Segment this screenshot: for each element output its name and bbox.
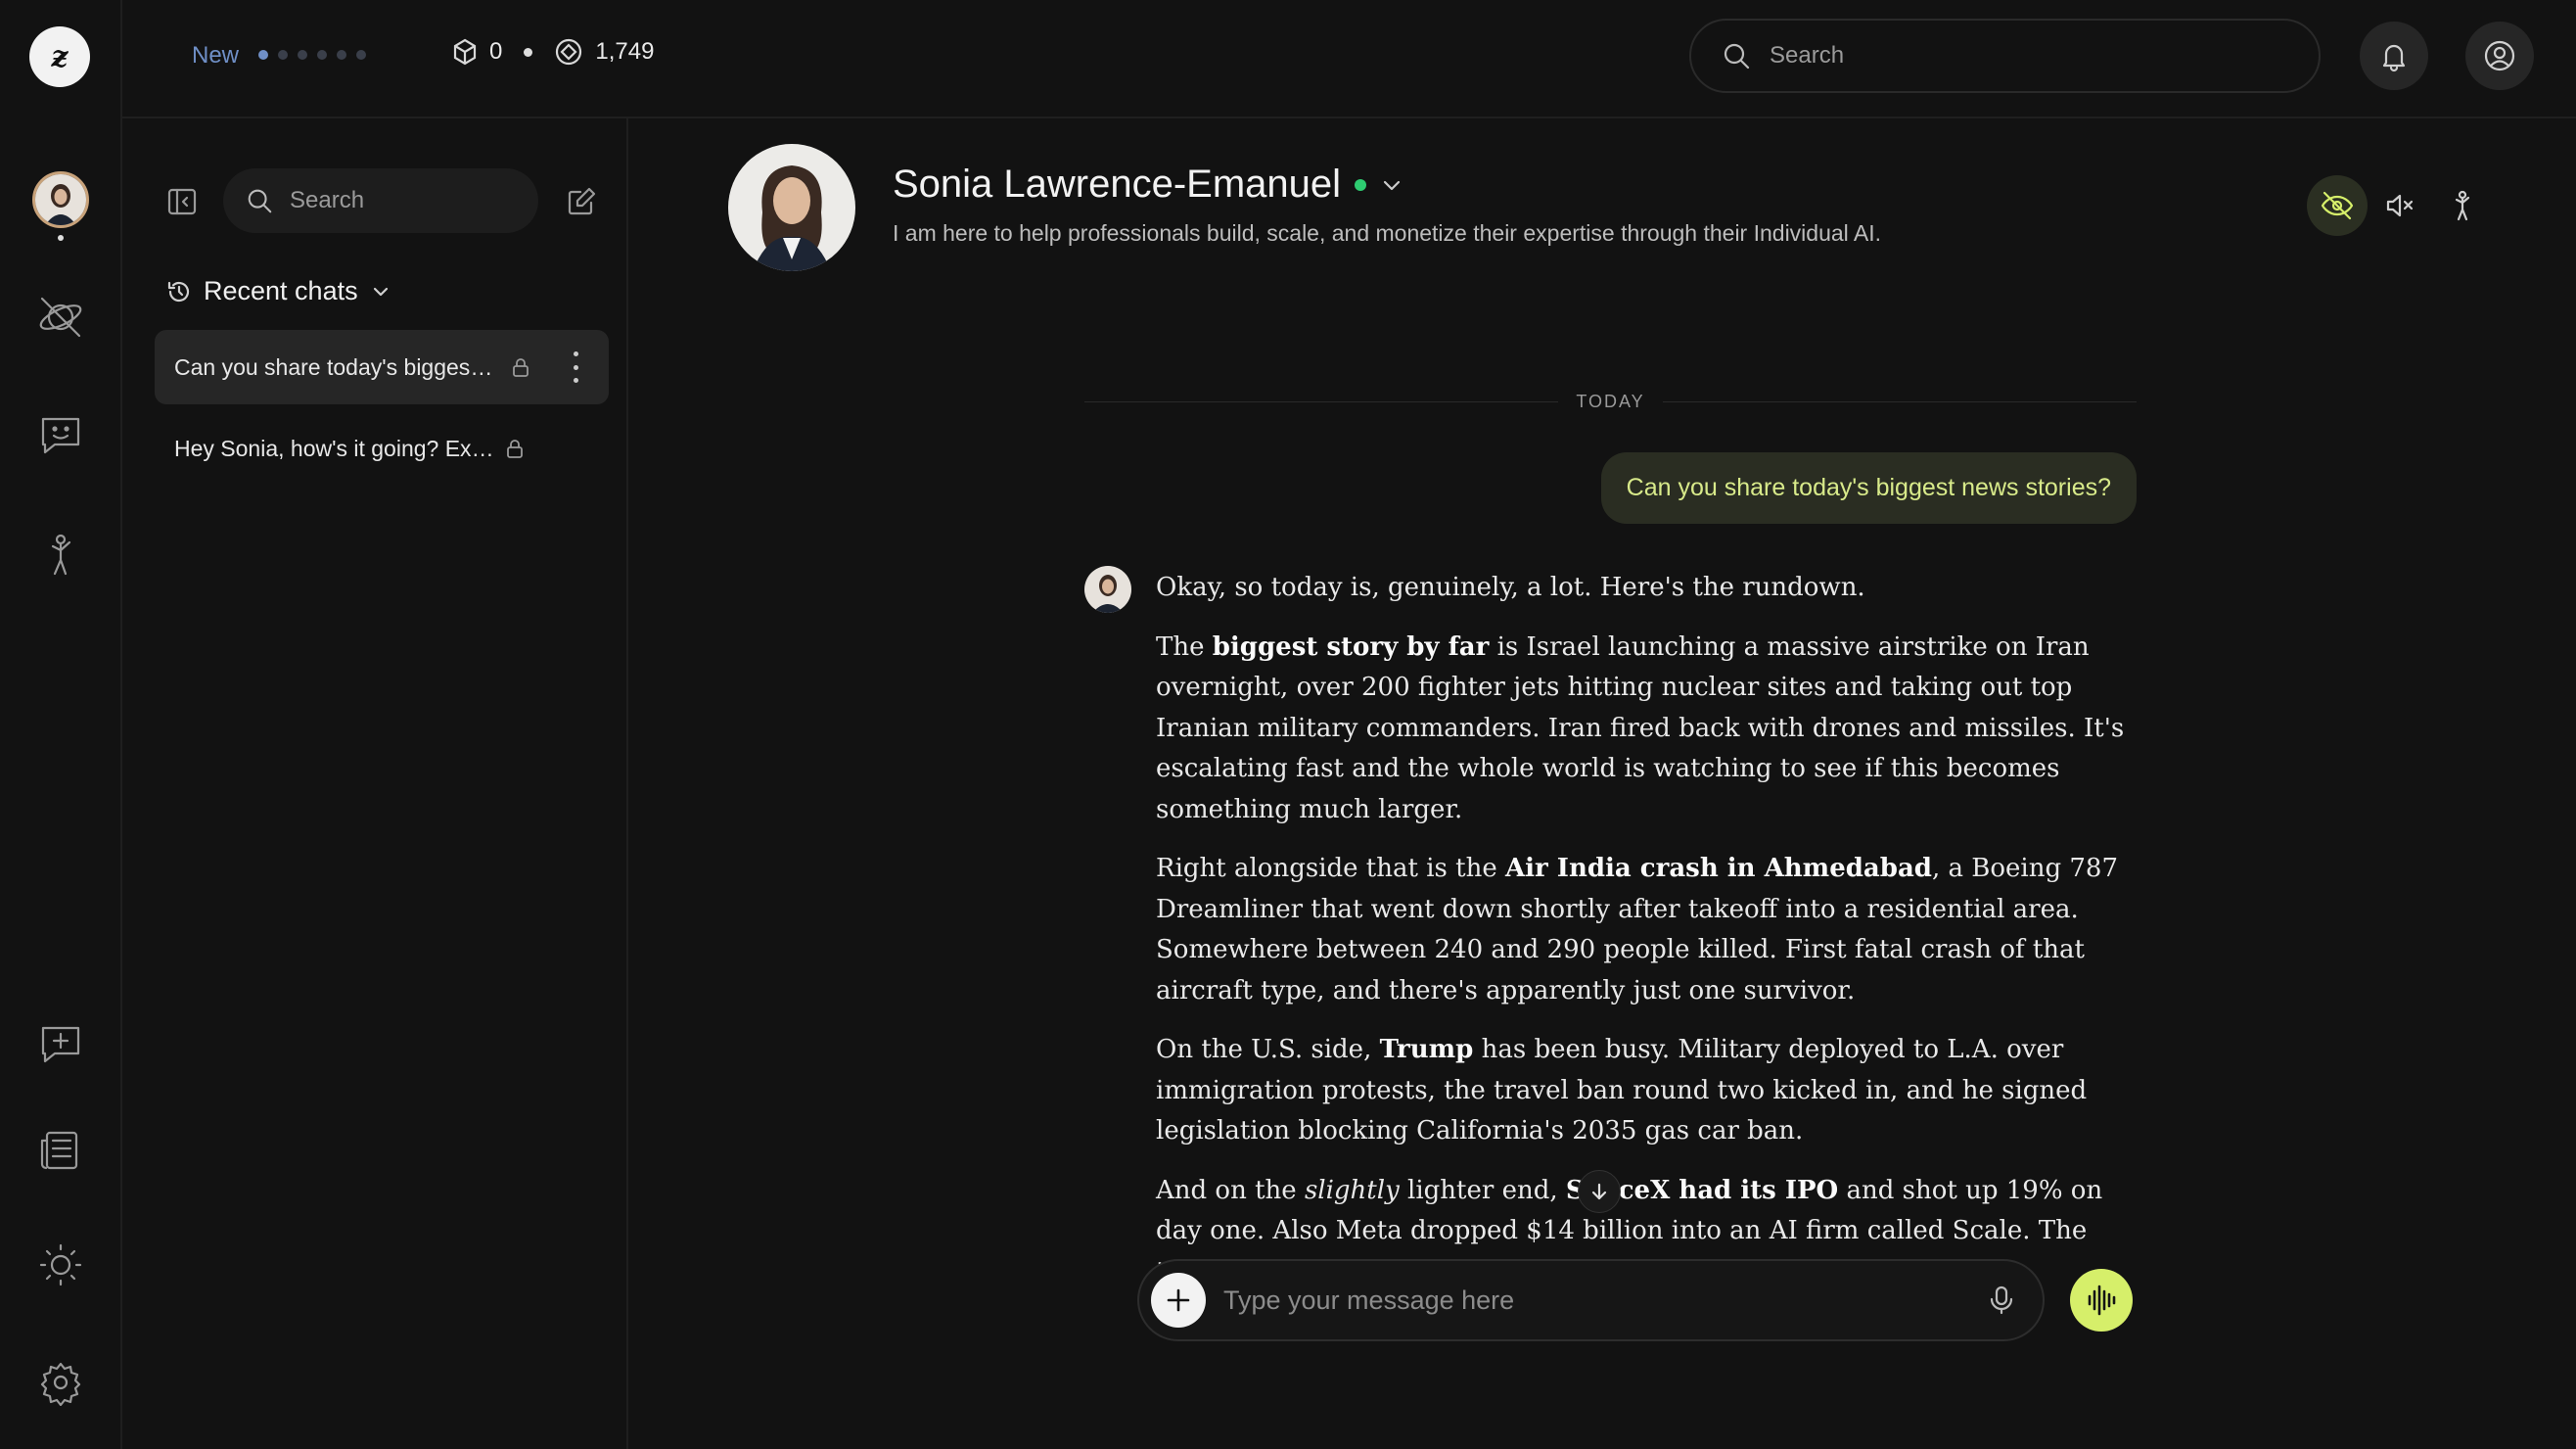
message-paragraph: Okay, so today is, genuinely, a lot. Her… <box>1156 573 1865 602</box>
collapse-sidebar-button[interactable] <box>162 182 202 221</box>
gear-icon <box>40 1362 81 1406</box>
settings-button[interactable] <box>29 1351 92 1414</box>
plus-icon <box>1167 1288 1190 1312</box>
figure-icon <box>2455 190 2470 221</box>
newspaper-icon <box>40 1131 78 1170</box>
compose-icon <box>568 187 596 215</box>
user-message: Can you share today's biggest news stori… <box>1600 452 2137 524</box>
chat-sidebar <box>124 118 628 1449</box>
chat-search[interactable] <box>223 168 538 233</box>
date-label: TODAY <box>1576 391 1645 411</box>
chat-search-input[interactable] <box>288 186 527 215</box>
user-circle-icon <box>2484 40 2515 71</box>
more-vertical-icon[interactable] <box>566 351 585 383</box>
global-search[interactable] <box>1689 19 2321 93</box>
lock-icon <box>513 358 529 377</box>
figure-icon <box>51 534 71 576</box>
history-icon <box>167 281 190 302</box>
sidebar-toggle-icon <box>167 188 197 215</box>
cube-icon <box>453 38 477 66</box>
rail-avatar-button[interactable] <box>29 168 92 231</box>
chat-smile-icon <box>41 417 80 454</box>
chevron-down-icon <box>1383 180 1401 190</box>
search-icon <box>248 189 272 213</box>
online-status-dot <box>1355 178 1367 191</box>
profile-name: Sonia Lawrence-Emanuel <box>893 163 1342 206</box>
theme-toggle-button[interactable] <box>29 1234 92 1296</box>
left-rail: ƶ <box>0 0 122 1449</box>
mute-button[interactable] <box>2369 175 2430 236</box>
profile-tagline: I am here to help professionals build, s… <box>893 220 1882 246</box>
progress-dot <box>278 50 288 60</box>
search-icon <box>1724 43 1750 70</box>
bot-avatar <box>1084 566 1131 613</box>
credits-counter: 0 1,749 <box>452 37 654 67</box>
progress-dot <box>298 50 307 60</box>
message-input[interactable] <box>1221 1284 1966 1317</box>
waveform-icon <box>2088 1285 2116 1316</box>
count-a: 0 <box>489 38 503 65</box>
count-b: 1,749 <box>595 38 655 65</box>
account-button[interactable] <box>2465 22 2534 90</box>
profile-header[interactable]: Sonia Lawrence-Emanuel <box>893 163 1403 207</box>
active-indicator <box>58 235 64 241</box>
mic-icon <box>1990 1285 2013 1315</box>
lock-icon <box>507 440 523 458</box>
chevron-down-icon <box>373 287 388 296</box>
scroll-to-bottom-button[interactable] <box>1578 1170 1621 1213</box>
date-divider: TODAY <box>1084 390 2138 413</box>
new-chat-button[interactable] <box>562 182 601 221</box>
chats-button[interactable] <box>29 403 92 466</box>
chat-list-item[interactable]: Hey Sonia, how's it going? Excited to ch… <box>155 411 609 486</box>
eye-off-icon <box>2321 191 2354 220</box>
message-composer <box>1137 1259 2045 1341</box>
recent-chats-toggle[interactable]: Recent chats <box>166 276 391 306</box>
attach-button[interactable] <box>1151 1273 1206 1328</box>
chat-plus-icon <box>41 1026 80 1063</box>
progress-dot <box>337 50 346 60</box>
chat-title: Hey Sonia, how's it going? Excited to ch… <box>174 435 497 461</box>
progress-dot <box>356 50 366 60</box>
message-paragraph: On the U.S. side, Trump has been busy. M… <box>1156 1035 2088 1145</box>
profile-avatar[interactable] <box>728 144 855 271</box>
assistant-message: Okay, so today is, genuinely, a lot. Her… <box>1156 568 2139 1311</box>
chat-list-item[interactable]: Can you share today's biggest news stori… <box>155 330 609 404</box>
planet-off-icon <box>39 297 82 338</box>
dictate-button[interactable] <box>1982 1281 2021 1320</box>
progress-dot <box>258 50 268 60</box>
global-search-input[interactable] <box>1768 41 2250 70</box>
chat-title: Can you share today's biggest news stori… <box>174 353 497 380</box>
explore-button[interactable] <box>29 286 92 349</box>
volume-mute-icon <box>2386 194 2414 217</box>
new-label: New <box>192 42 240 69</box>
progress-dot <box>317 50 327 60</box>
voice-mode-button[interactable] <box>2070 1269 2133 1332</box>
new-chat-rail-button[interactable] <box>29 1013 92 1076</box>
avatar <box>32 171 89 228</box>
token-icon <box>556 38 582 66</box>
arrow-down-icon <box>1591 1183 1607 1200</box>
avatar-mode-header-button[interactable] <box>2432 175 2493 236</box>
recent-chats-label: Recent chats <box>204 276 358 305</box>
bell-icon <box>2382 44 2406 72</box>
news-button[interactable] <box>29 1119 92 1182</box>
avatar-mode-button[interactable] <box>29 524 92 586</box>
hide-button[interactable] <box>2307 175 2368 236</box>
message-paragraph: Right alongside that is the Air India cr… <box>1156 854 2119 1005</box>
logo-icon[interactable]: ƶ <box>29 26 90 87</box>
notifications-button[interactable] <box>2360 22 2428 90</box>
sun-icon <box>39 1243 82 1286</box>
message-paragraph: The biggest story by far is Israel launc… <box>1156 631 2125 824</box>
separator-dot <box>524 47 533 57</box>
